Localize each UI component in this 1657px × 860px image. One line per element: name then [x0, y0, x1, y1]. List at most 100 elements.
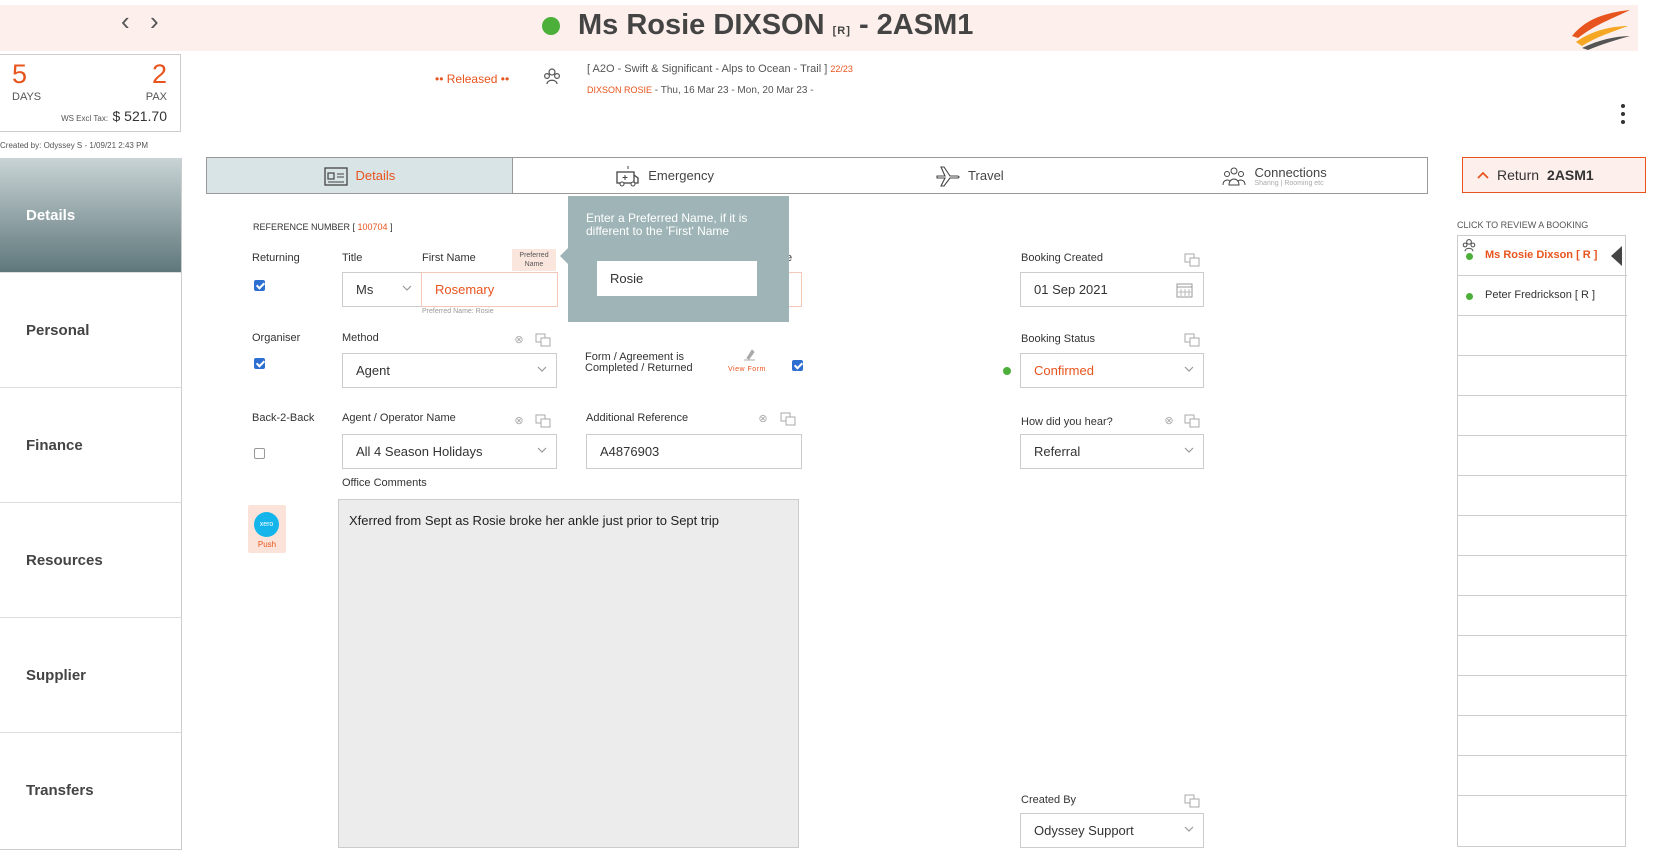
- booking-created-label: Booking Created: [1021, 252, 1103, 264]
- chevron-down-icon: [537, 366, 547, 372]
- sidebar: Details Personal Finance Resources Suppl…: [0, 158, 182, 850]
- office-comments-textarea[interactable]: Xferred from Sept as Rosie broke her ank…: [338, 499, 799, 848]
- clear-icon[interactable]: ⊗: [756, 412, 770, 426]
- created-by-select[interactable]: Odyssey Support: [1020, 813, 1204, 848]
- agent-select[interactable]: All 4 Season Holidays: [342, 434, 557, 469]
- first-name-label: First Name: [422, 252, 476, 264]
- preferred-name-hint: Preferred Name: Rosie: [422, 308, 494, 315]
- additional-ref-label: Additional Reference: [586, 412, 689, 424]
- list-item-empty: [1458, 556, 1627, 596]
- organiser-label: Organiser: [252, 332, 301, 344]
- copy-icon[interactable]: [780, 412, 796, 426]
- return-label: Return: [1497, 167, 1540, 183]
- pax-value: 2: [151, 59, 167, 89]
- chevron-down-icon: [1184, 366, 1194, 372]
- list-item[interactable]: Peter Fredrickson [ R ]: [1458, 276, 1627, 316]
- booking-status-label: Booking Status: [1021, 333, 1095, 345]
- created-by-value: Odyssey Support: [1034, 823, 1134, 838]
- calendar-icon[interactable]: [1176, 282, 1193, 298]
- title-value: Ms: [356, 282, 374, 297]
- trip-line[interactable]: [ A2O - Swift & Significant - Alps to Oc…: [587, 63, 853, 75]
- chevron-down-icon: [537, 447, 547, 453]
- additional-ref-input[interactable]: A4876903: [586, 434, 802, 469]
- list-item-name: Ms Rosie Dixson [ R ]: [1485, 249, 1598, 261]
- tab-connections-text: Connections Sharing | Rooming etc: [1254, 165, 1326, 187]
- booking-summary: 5 DAYS 2 PAX WS Excl Tax: $ 521.70: [0, 54, 181, 132]
- tab-details-label: Details: [355, 168, 396, 183]
- list-item-empty: [1458, 516, 1627, 556]
- trip-name: [ A2O - Swift & Significant - Alps to Oc…: [587, 63, 828, 75]
- reference-value: 100704: [357, 222, 388, 232]
- return-button[interactable]: Return 2ASM1: [1462, 157, 1646, 193]
- organiser-checkbox[interactable]: [254, 358, 265, 369]
- back2back-label: Back-2-Back: [252, 412, 315, 424]
- view-form-link[interactable]: View Form: [728, 366, 766, 373]
- group-icon[interactable]: [543, 67, 561, 85]
- first-name-input[interactable]: Rosemary: [421, 272, 558, 307]
- form-agreement-checkbox[interactable]: [792, 360, 803, 371]
- last-name-input[interactable]: [789, 272, 802, 307]
- page-title: Ms Rosie DIXSON [R] - 2ASM1: [578, 9, 973, 42]
- returning-label: Returning: [252, 252, 300, 264]
- more-menu-icon[interactable]: [1620, 104, 1626, 126]
- chevron-down-icon: [1184, 826, 1194, 832]
- list-item[interactable]: Ms Rosie Dixson [ R ]: [1458, 236, 1627, 276]
- copy-icon[interactable]: [535, 333, 551, 347]
- copy-icon[interactable]: [535, 414, 551, 428]
- method-select[interactable]: Agent: [342, 353, 557, 388]
- tab-travel[interactable]: Travel: [818, 158, 1123, 193]
- tab-details[interactable]: Details: [207, 158, 513, 193]
- preferred-name-badge[interactable]: Preferred Name: [512, 249, 556, 271]
- prev-arrow-icon[interactable]: ‹: [121, 6, 130, 36]
- id-card-icon: [323, 166, 348, 186]
- list-item-empty: [1458, 796, 1627, 836]
- back2back-checkbox[interactable]: [254, 448, 265, 459]
- sidebar-item-personal[interactable]: Personal: [0, 273, 181, 388]
- preferred-name-input[interactable]: Rosie: [597, 261, 757, 296]
- sidebar-item-transfers[interactable]: Transfers: [0, 733, 181, 848]
- sidebar-item-resources[interactable]: Resources: [0, 503, 181, 618]
- tab-emergency[interactable]: Emergency: [513, 158, 818, 193]
- additional-ref-value: A4876903: [600, 444, 660, 459]
- chevron-up-icon: [1477, 171, 1489, 179]
- booking-created-value: 01 Sep 2021: [1034, 282, 1108, 297]
- sidebar-item-details[interactable]: Details: [0, 158, 181, 273]
- sidebar-item-finance[interactable]: Finance: [0, 388, 181, 503]
- sidebar-item-supplier[interactable]: Supplier: [0, 618, 181, 733]
- list-item-empty: [1458, 716, 1627, 756]
- title-label: Title: [342, 252, 363, 264]
- first-name-value: Rosemary: [435, 282, 495, 297]
- ws-value: $ 521.70: [112, 108, 168, 124]
- agent-value: All 4 Season Holidays: [356, 444, 483, 459]
- clear-icon[interactable]: ⊗: [512, 414, 526, 428]
- ws-price: WS Excl Tax: $ 521.70: [61, 108, 167, 126]
- copy-icon[interactable]: [1184, 414, 1200, 428]
- signature-icon[interactable]: [741, 347, 759, 363]
- status-dot-icon: [1466, 253, 1473, 260]
- preferred-name-popover: Enter a Preferred Name, if it is differe…: [560, 196, 789, 322]
- xero-push-button[interactable]: xero Push: [248, 505, 286, 553]
- title-name: Ms Rosie DIXSON: [578, 9, 825, 41]
- returning-checkbox[interactable]: [254, 280, 265, 291]
- office-comments-label: Office Comments: [342, 477, 427, 489]
- xero-logo-icon: xero: [254, 512, 279, 537]
- copy-icon[interactable]: [1184, 333, 1200, 347]
- clear-icon[interactable]: ⊗: [512, 333, 526, 347]
- ws-label: WS Excl Tax:: [61, 114, 109, 123]
- tab-connections[interactable]: Connections Sharing | Rooming etc: [1122, 158, 1427, 193]
- method-value: Agent: [356, 363, 390, 378]
- days-label: DAYS: [12, 91, 42, 103]
- next-arrow-icon[interactable]: ›: [150, 6, 159, 36]
- copy-icon[interactable]: [1184, 794, 1200, 808]
- copy-icon[interactable]: [1184, 253, 1200, 267]
- tab-connections-label: Connections: [1254, 164, 1327, 180]
- list-item-empty: [1458, 596, 1627, 636]
- return-code: 2ASM1: [1547, 167, 1594, 183]
- booking-status-select[interactable]: Confirmed: [1020, 353, 1204, 388]
- clear-icon[interactable]: ⊗: [1162, 414, 1176, 428]
- list-item-name: Peter Fredrickson [ R ]: [1485, 289, 1596, 301]
- booking-created-input[interactable]: 01 Sep 2021: [1020, 272, 1204, 307]
- hear-select[interactable]: Referral: [1020, 434, 1204, 469]
- chevron-down-icon: [402, 285, 412, 291]
- title-select[interactable]: Ms: [342, 272, 422, 307]
